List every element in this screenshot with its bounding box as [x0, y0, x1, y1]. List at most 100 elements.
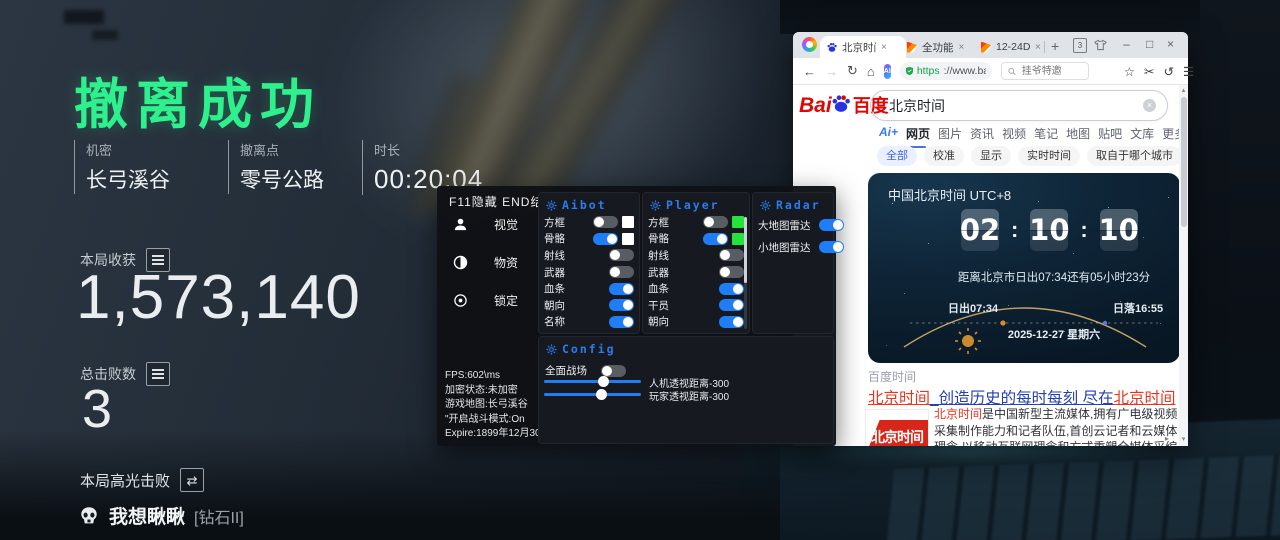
panel-title: Radar [776, 198, 821, 212]
scroll-down-arrow[interactable]: ▾ [1179, 435, 1188, 443]
toggle-switch[interactable] [719, 316, 744, 328]
toggle-switch[interactable] [609, 283, 634, 295]
overlay-menu-vision[interactable]: 视觉 [453, 216, 518, 233]
nav-tab-tieba[interactable]: 贴吧 [1098, 125, 1122, 142]
window-maximize-button[interactable]: □ [1146, 37, 1153, 51]
nav-tab-notes[interactable]: 笔记 [1034, 125, 1058, 142]
highlight-row: 本局高光击败 ⇄ [80, 468, 204, 492]
highlight-switch-button[interactable]: ⇄ [180, 468, 204, 492]
toggle-switch[interactable] [719, 249, 744, 261]
extension-icon[interactable]: AI [884, 64, 891, 79]
home-button[interactable]: ⌂ [867, 64, 875, 79]
sunset-time: 日落16:55 [1113, 300, 1163, 316]
color-swatch[interactable] [732, 233, 744, 245]
search-result-title[interactable]: 北京时间_创造历史的每时每刻 尽在北京时间官方 [868, 386, 1188, 408]
highlight-player-row[interactable]: 我想瞅瞅 [钻石II] [78, 502, 244, 529]
nav-tab-images[interactable]: 图片 [938, 125, 962, 142]
overlay-menu-aimlock[interactable]: 锁定 [453, 292, 518, 309]
window-close-button[interactable]: × [1167, 37, 1174, 51]
scrollbar-thumb[interactable] [1181, 97, 1187, 227]
baidu-search-box[interactable]: × [870, 90, 1168, 121]
chip-all[interactable]: 全部 [877, 146, 917, 166]
toolbar-search-box[interactable] [1001, 62, 1089, 80]
color-swatch[interactable] [622, 233, 634, 245]
panel-title: Aibot [562, 198, 607, 212]
overlay-menu-loot[interactable]: 物资 [453, 254, 518, 271]
nav-tab-ai[interactable]: Ai+ [879, 125, 898, 142]
clear-search-icon[interactable]: × [1143, 99, 1156, 112]
chip-which-city[interactable]: 取自于哪个城市 [1087, 146, 1182, 166]
menu-icon[interactable]: ☰ [1183, 64, 1194, 79]
browser-tab-active[interactable]: 北京时间 × [820, 36, 906, 58]
toggle-label: 武器 [648, 265, 669, 280]
chip-display[interactable]: 显示 [971, 146, 1011, 166]
address-bar[interactable]: https://www.baidu [900, 62, 992, 80]
result-description: 北京时间是中国新型主流媒体,拥有广电级视频采集制作能力和记者队伍,首创云记者和云… [934, 406, 1180, 446]
scroll-up-arrow[interactable]: ▴ [1179, 86, 1188, 94]
chip-realtime[interactable]: 实时时间 [1018, 146, 1080, 166]
download-count-badge[interactable]: 3 [1073, 38, 1087, 53]
flip-clock: 02 : 10 : 10 [961, 209, 1138, 251]
baidu-search-input[interactable] [887, 97, 1133, 115]
vertical-scrollbar[interactable]: ▴ ▾ [1179, 85, 1188, 446]
toggle-switch[interactable] [703, 233, 728, 245]
nav-tab-wenku[interactable]: 文库 [1130, 125, 1154, 142]
result-thumbnail[interactable]: 北京时间 [865, 409, 929, 446]
toggle-label: 朝向 [648, 314, 669, 329]
nav-tab-video[interactable]: 视频 [1002, 125, 1026, 142]
toggle-switch[interactable] [593, 233, 618, 245]
menu-item-label: 视觉 [494, 216, 518, 233]
browser-tab[interactable]: 12-24D × [975, 36, 1055, 58]
chip-calibrate[interactable]: 校准 [924, 146, 964, 166]
toggle-switch[interactable] [601, 365, 626, 377]
color-swatch[interactable] [732, 216, 744, 228]
tab-close-icon[interactable]: × [1035, 42, 1041, 53]
toggle-switch[interactable] [593, 216, 618, 228]
time-card-title: 中国北京时间 UTC+8 [888, 185, 1011, 204]
toggle-switch[interactable] [719, 299, 744, 311]
nav-tab-maps[interactable]: 地图 [1066, 125, 1090, 142]
screenshot-scissors-icon[interactable]: ✂ [1144, 64, 1154, 79]
person-icon [453, 217, 468, 232]
back-button[interactable]: ← [803, 64, 816, 79]
refresh-button[interactable]: ↻ [847, 63, 858, 79]
panel-scrollbar[interactable] [744, 217, 747, 329]
toggle-switch[interactable] [719, 266, 744, 278]
toggle-switch[interactable] [819, 219, 844, 231]
toolbar-search-input[interactable] [1020, 65, 1082, 78]
toggle-switch[interactable] [719, 283, 744, 295]
player-panel: Player 方框 骨骼 射线 武器 血条 干员 朝向 [642, 192, 750, 334]
toggle-switch[interactable] [609, 299, 634, 311]
baidu-paw-icon [830, 92, 852, 114]
color-swatch[interactable] [622, 216, 634, 228]
new-tab-button[interactable]: + [1051, 38, 1059, 54]
info-expire: Expire:1899年12月30日 [445, 427, 551, 442]
bot-esp-distance-slider[interactable] [544, 380, 641, 383]
browser-tab[interactable]: 全功能 × [901, 36, 981, 58]
favorite-star-icon[interactable]: ☆ [1124, 64, 1135, 79]
scroll-right-arrow[interactable]: ▸ [1165, 434, 1169, 443]
nav-tab-news[interactable]: 资讯 [970, 125, 994, 142]
undo-icon[interactable]: ↺ [1163, 64, 1173, 79]
forward-button[interactable]: → [825, 64, 838, 79]
toggle-switch[interactable] [609, 249, 634, 261]
panel-header: Config [539, 337, 833, 358]
toggle-label: 干员 [648, 298, 669, 313]
skin-shirt-icon[interactable] [1094, 39, 1107, 51]
window-minimize-button[interactable]: – [1123, 37, 1130, 51]
browser-logo-icon[interactable] [802, 37, 817, 52]
toggle-switch[interactable] [703, 216, 728, 228]
tab-close-icon[interactable]: × [881, 42, 887, 53]
slider-handle[interactable] [596, 389, 607, 400]
result-source-label: 百度时间 [868, 368, 916, 385]
kills-detail-button[interactable] [146, 362, 170, 386]
kills-value: 3 [82, 378, 112, 440]
toggle-switch[interactable] [609, 316, 634, 328]
slider-handle[interactable] [598, 376, 609, 387]
tab-close-icon[interactable]: × [959, 42, 965, 53]
toggle-switch[interactable] [819, 241, 844, 253]
nav-tab-web[interactable]: 网页 [906, 125, 930, 142]
toggle-label: 小地图雷达 [758, 240, 811, 255]
toggle-switch[interactable] [609, 266, 634, 278]
player-esp-distance-slider[interactable] [544, 393, 641, 396]
